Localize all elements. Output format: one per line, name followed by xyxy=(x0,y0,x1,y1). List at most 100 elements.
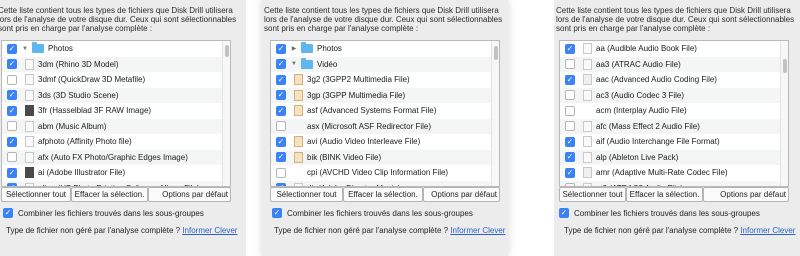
row-checkbox[interactable]: ✓ xyxy=(565,74,575,85)
file-type-row[interactable]: afc (Mass Effect 2 Audio File) xyxy=(560,118,788,134)
file-type-list[interactable]: ✓ aa (Audible Audio Book File) aa3 (ATRAC … xyxy=(559,40,789,187)
file-type-label: 3dm (Rhino 3D Model) xyxy=(38,59,119,69)
file-type-row[interactable]: abm (Music Album) xyxy=(2,118,230,134)
row-checkbox[interactable]: ✓ xyxy=(7,43,17,54)
row-checkbox[interactable]: ✓ xyxy=(276,90,286,101)
row-checkbox[interactable] xyxy=(276,121,286,132)
default-options-button[interactable]: Options par défaut xyxy=(148,187,231,202)
file-type-row[interactable]: ✓ amr (Adaptive Multi-Rate Codec File) xyxy=(560,165,788,181)
file-type-label: afc (Mass Effect 2 Audio File) xyxy=(596,121,700,131)
row-checkbox[interactable]: ✓ xyxy=(276,59,286,70)
row-checkbox[interactable]: ✓ xyxy=(565,167,575,178)
row-checkbox[interactable]: ✓ xyxy=(7,167,17,178)
inform-clever-link[interactable]: Informer Clever xyxy=(182,226,237,235)
row-checkbox[interactable] xyxy=(565,90,575,101)
select-all-button[interactable]: Sélectionner tout xyxy=(559,187,626,202)
file-type-row[interactable]: ✓ asf (Advanced Systems Format File) xyxy=(271,103,499,119)
file-type-row[interactable]: ✓ bik (BINK Video File) xyxy=(271,149,499,165)
file-type-label: ai (Adobe Illustrator File) xyxy=(38,168,126,178)
select-all-button[interactable]: Sélectionner tout xyxy=(270,187,343,202)
row-checkbox[interactable]: ✓ xyxy=(276,152,286,163)
file-type-list[interactable]: ✓ ▶ Photos ✓ ▼ Vidéo ✓ 3g2 (3GPP2 Multimedia Fi… xyxy=(270,40,500,187)
inform-clever-link[interactable]: Informer Clever xyxy=(740,226,795,235)
file-type-row[interactable]: acm (Interplay Audio File) xyxy=(560,103,788,119)
file-type-row[interactable]: aa3 (ATRAC Audio File) xyxy=(560,56,788,72)
row-checkbox[interactable]: ✓ xyxy=(565,152,575,163)
file-type-list[interactable]: ✓ ▼ Photos ✓ 3dm (Rhino 3D Model) 3dmf (Quick… xyxy=(1,40,231,187)
row-checkbox[interactable]: ✓ xyxy=(7,59,17,70)
row-checkbox[interactable]: ✓ xyxy=(7,136,17,147)
file-type-row[interactable]: ✓ avi (Audio Video Interleave File) xyxy=(271,134,499,150)
scrollbar-thumb[interactable] xyxy=(225,45,229,57)
row-checkbox[interactable]: ✓ xyxy=(7,90,17,101)
combine-checkbox[interactable]: ✓ xyxy=(559,208,569,218)
row-checkbox[interactable] xyxy=(565,105,575,116)
file-type-label: afphoto (Affinity Photo file) xyxy=(38,137,132,147)
panel-description: Cette liste contient tous les types de f… xyxy=(264,6,503,33)
row-checkbox[interactable] xyxy=(565,59,575,70)
file-type-row[interactable]: ✓ 3gp (3GPP Multimedia File) xyxy=(271,87,499,103)
file-type-row[interactable]: ✓ ai (Adobe Illustrator File) xyxy=(2,165,230,181)
file-type-row[interactable]: cpi (AVCHD Video Clip Information File) xyxy=(271,165,499,181)
default-options-button[interactable]: Options par défaut xyxy=(703,187,789,202)
folder-row[interactable]: ✓ ▼ Vidéo xyxy=(271,56,499,72)
blank-file-icon xyxy=(583,43,592,55)
row-checkbox[interactable]: ✓ xyxy=(276,136,286,147)
row-checkbox[interactable] xyxy=(7,152,17,163)
file-type-row[interactable]: ✓ afphoto (Affinity Photo file) xyxy=(2,134,230,150)
file-type-row[interactable]: ✓ aa (Audible Audio Book File) xyxy=(560,41,788,57)
list-scrollbar[interactable] xyxy=(222,41,230,186)
scrollbar-thumb[interactable] xyxy=(494,46,498,60)
file-type-label: 3ds (3D Studio Scene) xyxy=(38,90,119,100)
row-checkbox[interactable] xyxy=(565,121,575,132)
file-type-label: cpi (AVCHD Video Clip Information File) xyxy=(307,168,449,178)
clear-selection-button[interactable]: Effacer la sélection. xyxy=(626,187,703,202)
select-all-button[interactable]: Sélectionner tout xyxy=(1,187,71,202)
row-checkbox[interactable]: ✓ xyxy=(565,43,575,54)
file-type-row[interactable]: ✓ aif (Audio Interchange File Format) xyxy=(560,134,788,150)
list-scrollbar[interactable] xyxy=(491,41,499,186)
file-type-row[interactable]: ✓ 3fr (Hasselblad 3F RAW Image) xyxy=(2,103,230,119)
file-type-row[interactable]: ✓ 3dm (Rhino 3D Model) xyxy=(2,56,230,72)
default-options-button[interactable]: Options par défaut xyxy=(423,187,500,202)
blank-file-icon xyxy=(583,120,592,132)
list-scrollbar[interactable] xyxy=(780,41,788,186)
folder-row[interactable]: ✓ ▼ Photos xyxy=(2,41,230,57)
scrollbar-thumb[interactable] xyxy=(783,59,787,73)
blank-file-icon xyxy=(583,58,592,70)
row-checkbox[interactable] xyxy=(7,121,17,132)
file-type-row[interactable]: ✓ 3g2 (3GPP2 Multimedia File) xyxy=(271,72,499,88)
selection-toolbar: Sélectionner tout Effacer la sélection. … xyxy=(1,187,231,202)
file-type-row[interactable]: ✓ aac (Advanced Audio Coding File) xyxy=(560,72,788,88)
row-checkbox[interactable]: ✓ xyxy=(7,105,17,116)
disclosure-expanded-icon[interactable]: ▼ xyxy=(21,46,29,52)
inform-clever-link[interactable]: Informer Clever xyxy=(450,226,505,235)
file-type-row[interactable]: 3dmf (QuickDraw 3D Metafile) xyxy=(2,72,230,88)
clear-selection-button[interactable]: Effacer la sélection. xyxy=(343,187,423,202)
disclosure-collapsed-icon[interactable]: ▶ xyxy=(290,45,298,52)
clear-selection-button[interactable]: Effacer la sélection. xyxy=(71,187,148,202)
file-type-row[interactable]: asx (Microsoft ASF Redirector File) xyxy=(271,118,499,134)
disclosure-expanded-icon[interactable]: ▼ xyxy=(290,61,298,67)
file-type-row[interactable]: ac3 (Audio Codec 3 File) xyxy=(560,87,788,103)
panel-description: Cette liste contient tous les types de f… xyxy=(556,6,795,33)
combine-option[interactable]: ✓ Combiner les fichiers trouvés dans les… xyxy=(3,208,204,218)
combine-option[interactable]: ✓ Combiner les fichiers trouvés dans les… xyxy=(559,208,760,218)
video-file-icon xyxy=(294,74,303,86)
folder-row[interactable]: ✓ ▶ Photos xyxy=(271,41,499,57)
folder-icon xyxy=(32,42,44,54)
file-type-row[interactable]: ✓ alp (Ableton Live Pack) xyxy=(560,149,788,165)
music-file-icon xyxy=(583,167,592,179)
row-checkbox[interactable]: ✓ xyxy=(276,105,286,116)
file-type-label: 3dmf (QuickDraw 3D Metafile) xyxy=(38,75,146,85)
combine-checkbox[interactable]: ✓ xyxy=(272,208,282,218)
row-checkbox[interactable] xyxy=(7,74,17,85)
row-checkbox[interactable]: ✓ xyxy=(565,136,575,147)
row-checkbox[interactable]: ✓ xyxy=(276,74,286,85)
combine-checkbox[interactable]: ✓ xyxy=(3,208,13,218)
combine-option[interactable]: ✓ Combiner les fichiers trouvés dans les… xyxy=(272,208,473,218)
row-checkbox[interactable]: ✓ xyxy=(276,43,286,54)
file-type-row[interactable]: afx (Auto FX Photo/Graphic Edges Image) xyxy=(2,149,230,165)
file-type-row[interactable]: ✓ 3ds (3D Studio Scene) xyxy=(2,87,230,103)
row-checkbox[interactable] xyxy=(276,167,286,178)
